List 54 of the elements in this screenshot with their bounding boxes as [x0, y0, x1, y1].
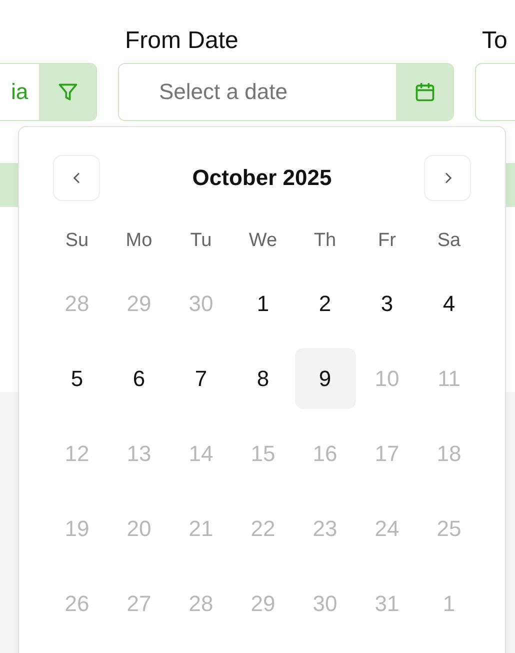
field-value: ia — [10, 78, 30, 106]
calendar-day[interactable]: 21 — [170, 498, 232, 559]
calendar-day[interactable]: 28 — [46, 273, 108, 334]
calendar-day[interactable]: 14 — [170, 423, 232, 484]
calendar-day[interactable]: 24 — [356, 498, 418, 559]
calendar-day[interactable]: 9 — [294, 348, 356, 409]
calendar-day[interactable]: 19 — [46, 498, 108, 559]
calendar-day[interactable]: 29 — [108, 273, 170, 334]
calendar-day[interactable]: 23 — [294, 498, 356, 559]
calendar-day[interactable]: 30 — [294, 573, 356, 634]
weekday-label: Th — [312, 229, 338, 253]
weekday-label: Tu — [189, 229, 213, 253]
calendar-icon — [414, 81, 436, 103]
calendar-day[interactable]: 5 — [46, 348, 108, 409]
filter-button[interactable] — [39, 64, 96, 120]
calendar-day[interactable]: 27 — [108, 573, 170, 634]
weekday-label: Mo — [124, 229, 154, 253]
next-month-button[interactable] — [424, 155, 471, 201]
calendar-day[interactable]: 8 — [232, 348, 294, 409]
previous-month-button[interactable] — [53, 155, 100, 201]
calendar-day[interactable]: 15 — [232, 423, 294, 484]
calendar-button[interactable] — [396, 64, 453, 120]
calendar-day[interactable]: 22 — [232, 498, 294, 559]
weekday-label: We — [248, 229, 278, 253]
date-field[interactable]: Select a date — [118, 63, 454, 121]
calendar-day[interactable]: 4 — [418, 273, 480, 334]
calendar-day[interactable]: 18 — [418, 423, 480, 484]
calendar-day[interactable]: 6 — [108, 348, 170, 409]
calendar-day[interactable]: 1 — [232, 273, 294, 334]
calendar-day[interactable]: 2 — [294, 273, 356, 334]
calendar-day[interactable]: 20 — [108, 498, 170, 559]
weekday-label: Fr — [377, 229, 397, 253]
calendar-day[interactable]: 7 — [170, 348, 232, 409]
calendar-day[interactable]: 12 — [46, 423, 108, 484]
calendar-day[interactable]: 28 — [170, 573, 232, 634]
field-label: To — [481, 28, 508, 54]
category-field[interactable]: ia — [0, 63, 97, 121]
filter-icon — [56, 81, 78, 103]
calendar-day[interactable]: 29 — [232, 573, 294, 634]
calendar-day[interactable]: 26 — [46, 573, 108, 634]
calendar-day[interactable]: 11 — [418, 348, 480, 409]
calendar-day[interactable]: 31 — [356, 573, 418, 634]
calendar-day[interactable]: 3 — [356, 273, 418, 334]
weekday-label: Sa — [436, 229, 462, 253]
calendar-day[interactable]: 13 — [108, 423, 170, 484]
field-label: From Date — [124, 28, 240, 54]
calendar-day[interactable]: 30 — [170, 273, 232, 334]
calendar-day[interactable]: 10 — [356, 348, 418, 409]
month-title: October 2025 — [192, 165, 332, 191]
calendar-day[interactable]: 17 — [356, 423, 418, 484]
calendar-day[interactable]: 16 — [294, 423, 356, 484]
calendar-day[interactable]: 1 — [418, 573, 480, 634]
weekday-label: Su — [64, 229, 90, 253]
calendar-day[interactable]: 25 — [418, 498, 480, 559]
